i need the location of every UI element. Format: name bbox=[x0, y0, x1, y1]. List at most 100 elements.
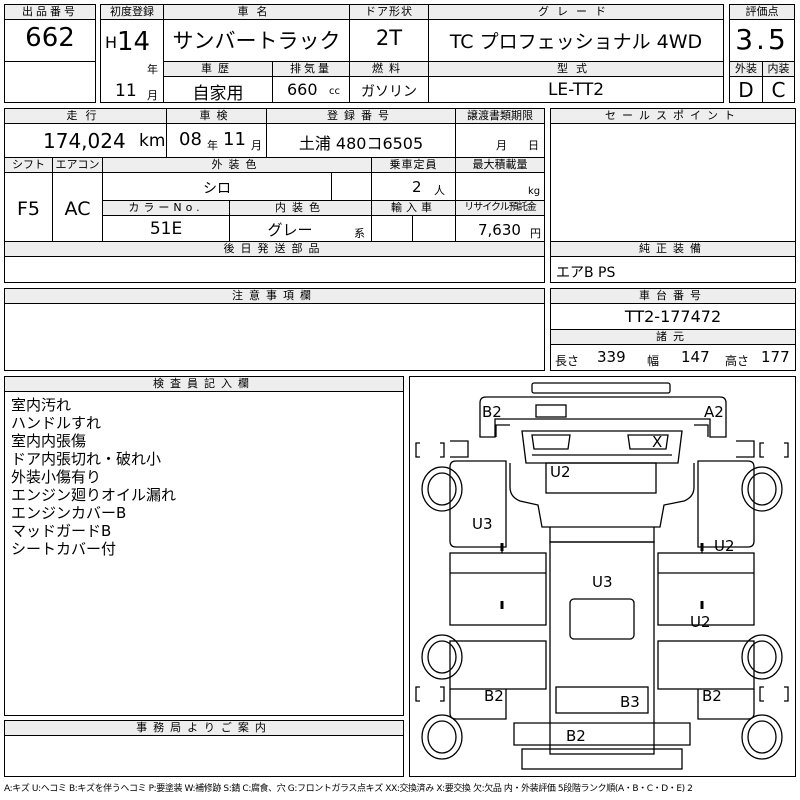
max-load-header: 最大積載量 bbox=[455, 157, 545, 173]
chassis-header: 車台番号 bbox=[550, 288, 796, 304]
mark-left-door: U3 bbox=[472, 515, 493, 533]
note-line: 室内汚れ bbox=[11, 396, 72, 414]
genuine-equipment-cell: 純正装備 エアB PS bbox=[550, 241, 796, 283]
door-value: 2T bbox=[375, 26, 403, 50]
later-parts-header: 後日発送部品 bbox=[4, 241, 545, 257]
inspection-month: 11 bbox=[223, 129, 246, 150]
ac-cell: エアコン AC bbox=[52, 157, 103, 242]
note-line: エンジン廻りオイル漏れ bbox=[11, 486, 177, 504]
mark-front-right: A2 bbox=[704, 403, 724, 421]
capacity-value: 2 bbox=[412, 178, 422, 196]
lot-number-value: 662 bbox=[25, 23, 75, 53]
score-value: 3.5 bbox=[735, 23, 789, 56]
sales-point-header: セールスポイント bbox=[550, 108, 796, 124]
history-value: 自家用 bbox=[192, 84, 244, 104]
shift-cell: シフト F5 bbox=[4, 157, 53, 242]
mark-tailgate: B3 bbox=[620, 693, 640, 711]
note-line: ハンドルすれ bbox=[11, 414, 102, 432]
width-value: 147 bbox=[681, 348, 710, 366]
interior-grade-header: 内装 bbox=[762, 61, 795, 77]
int-color-cell: 内装色 グレー 系 bbox=[229, 200, 372, 242]
year-unit: 年 bbox=[147, 63, 158, 76]
import-cell: 輸入車 bbox=[371, 200, 456, 242]
inspector-notes-header: 検査員記入欄 bbox=[4, 376, 404, 392]
import-header: 輸入車 bbox=[371, 200, 456, 216]
mileage-value: 174,024 bbox=[43, 129, 126, 153]
note-line: 外装小傷有り bbox=[11, 468, 102, 486]
capacity-unit: 人 bbox=[434, 184, 445, 197]
length-label: 長さ bbox=[555, 354, 580, 368]
inspection-cell: 車検 08 年 11 月 bbox=[166, 108, 267, 158]
ext-color-divider bbox=[331, 173, 332, 201]
grade-value: TC プロフェッショナル 4WD bbox=[449, 31, 703, 53]
grade-header: グレード bbox=[428, 4, 724, 20]
plate-value: 土浦 480コ6505 bbox=[298, 134, 424, 153]
shift-value: F5 bbox=[16, 198, 41, 220]
transfer-deadline-cell: 譲渡書類期限 月 日 bbox=[455, 108, 545, 158]
recycle-cell: リサイクル預託金 7,630 円 bbox=[455, 200, 545, 242]
color-no-cell: カラーNo. 51E bbox=[102, 200, 230, 242]
interior-grade-cell: 内装 C bbox=[762, 61, 795, 103]
history-header: 車歴 bbox=[163, 61, 273, 77]
mark-rear-right: B2 bbox=[702, 687, 722, 705]
exterior-grade-cell: 外装 D bbox=[729, 61, 763, 103]
int-color-header: 内装色 bbox=[229, 200, 372, 216]
width-label: 幅 bbox=[647, 354, 660, 368]
import-divider bbox=[412, 216, 413, 242]
genuine-equipment-header: 純正装備 bbox=[550, 241, 796, 257]
recycle-value: 7,630 bbox=[478, 221, 521, 239]
displacement-unit: cc bbox=[329, 86, 340, 97]
color-no-header: カラーNo. bbox=[102, 200, 230, 216]
era-mark: H bbox=[105, 33, 118, 52]
max-load-unit: kg bbox=[528, 186, 541, 197]
inspector-notes-list: 室内汚れ ハンドルすれ 室内内張傷 ドア内張切れ・破れ小 外装小傷有り エンジン… bbox=[11, 396, 176, 558]
ext-color-value: シロ bbox=[203, 181, 231, 197]
length-value: 339 bbox=[597, 348, 626, 366]
score-cell: 評価点 3.5 bbox=[729, 4, 795, 62]
mileage-cell: 走行 174,024 km bbox=[4, 108, 167, 158]
mark-floor: U3 bbox=[592, 573, 613, 591]
caution-cell: 注意事項欄 bbox=[4, 288, 545, 371]
ext-color-cell: 外装色 シロ bbox=[102, 157, 372, 201]
office-notice-cell: 事務局よりご案内 bbox=[4, 720, 404, 777]
genuine-equipment-value: エアB PS bbox=[556, 265, 616, 281]
ac-header: エアコン bbox=[52, 157, 103, 173]
capacity-cell: 乗車定員 2 人 bbox=[371, 157, 456, 201]
mark-front-left: B2 bbox=[482, 403, 502, 421]
note-line: 室内内張傷 bbox=[11, 432, 87, 450]
height-label: 高さ bbox=[725, 354, 750, 368]
mileage-header: 走行 bbox=[4, 108, 167, 124]
transfer-month-unit: 月 bbox=[496, 139, 507, 152]
door-cell: ドア形状 2T bbox=[349, 4, 429, 62]
model-cell: 型式 LE-TT2 bbox=[428, 61, 724, 103]
note-line: エンジンカバーB bbox=[11, 504, 127, 522]
displacement-header: 排気量 bbox=[272, 61, 350, 77]
fuel-cell: 燃料 ガソリン bbox=[349, 61, 429, 103]
mark-rear-left: B2 bbox=[484, 687, 504, 705]
grade-cell: グレード TC プロフェッショナル 4WD bbox=[428, 4, 724, 62]
plate-header: 登録番号 bbox=[266, 108, 456, 124]
note-line: シートカバー付 bbox=[11, 540, 117, 558]
mark-right-rear-panel: U2 bbox=[690, 613, 711, 631]
sales-point-cell: セールスポイント bbox=[550, 108, 796, 242]
capacity-header: 乗車定員 bbox=[371, 157, 456, 173]
mark-rear-bumper: B2 bbox=[566, 727, 586, 745]
note-line: ドア内張切れ・破れ小 bbox=[11, 450, 162, 468]
lot-number-cell: 出品番号 662 bbox=[4, 4, 96, 62]
month-value: 11 bbox=[115, 81, 137, 101]
chassis-value: TT2-177472 bbox=[624, 307, 722, 326]
car-name-header: 車名 bbox=[163, 4, 350, 20]
shift-header: シフト bbox=[4, 157, 53, 173]
legend-text: A:キズ U:ヘコミ B:キズを伴うヘコミ P:要塗装 W:補修跡 S:錆 C:… bbox=[4, 784, 693, 794]
fuel-value: ガソリン bbox=[361, 84, 417, 100]
mileage-unit: km bbox=[139, 131, 166, 151]
model-value: LE-TT2 bbox=[547, 80, 605, 100]
interior-grade-value: C bbox=[771, 78, 786, 102]
plate-cell: 登録番号 土浦 480コ6505 bbox=[266, 108, 456, 158]
inspector-notes-cell: 検査員記入欄 室内汚れ ハンドルすれ 室内内張傷 ドア内張切れ・破れ小 外装小傷… bbox=[4, 376, 404, 716]
chassis-cell: 車台番号 TT2-177472 bbox=[550, 288, 796, 330]
note-line: マッドガードB bbox=[11, 522, 112, 540]
mark-roof: U2 bbox=[550, 463, 571, 481]
recycle-unit: 円 bbox=[530, 227, 541, 240]
caution-header: 注意事項欄 bbox=[4, 288, 545, 304]
